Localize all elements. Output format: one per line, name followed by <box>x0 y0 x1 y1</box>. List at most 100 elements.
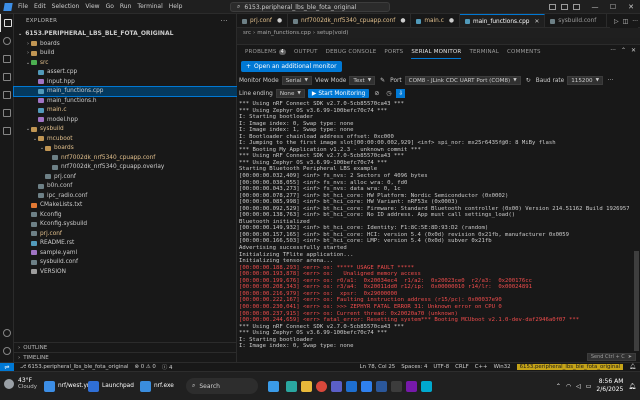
lock-scroll-icon[interactable]: ⇩ <box>396 89 406 98</box>
file-tree-item[interactable]: prj.conf <box>14 229 237 239</box>
editor-tab[interactable]: sysbuild.conf <box>545 14 608 27</box>
tab-output[interactable]: OUTPUT <box>294 45 318 59</box>
editor-tab[interactable]: main_functions.cpp ✕ <box>459 14 546 27</box>
status-problems[interactable]: ⊗ 0 ⚠ 0 <box>135 364 156 370</box>
file-tree-item[interactable]: CMakeLists.txt <box>14 201 237 211</box>
breadcrumb-file[interactable]: main_functions.cpp <box>257 30 311 36</box>
status-indent[interactable]: Spaces: 4 <box>401 364 427 370</box>
modified-dot-icon[interactable]: ● <box>400 18 405 24</box>
scrollbar-thumb[interactable] <box>634 251 639 351</box>
line-ending-select[interactable]: None ▼ <box>275 89 305 98</box>
breadcrumb-src[interactable]: src <box>243 30 251 36</box>
baud-rate-select[interactable]: 115200 ▼ <box>567 76 604 85</box>
send-input[interactable]: Send Ctrl + C ➤ <box>586 353 636 361</box>
tab-terminal[interactable]: TERMINAL <box>469 45 499 59</box>
taskbar-pinned-terminal[interactable] <box>391 376 402 396</box>
edit-icon[interactable]: ✎ <box>378 76 387 85</box>
file-tree-item[interactable]: VERSION <box>14 267 237 277</box>
notification-icon[interactable]: 🔔︎ <box>628 383 636 390</box>
notifications-bell-icon[interactable]: 🔔︎ <box>629 364 636 370</box>
taskbar-pinned-chrome[interactable] <box>316 376 327 396</box>
close-panel-icon[interactable]: ✕ <box>631 47 636 54</box>
taskbar-app-nrf[interactable]: nrf.exe <box>140 376 174 396</box>
weather-widget[interactable]: 43°F Cloudy <box>4 377 37 391</box>
file-tree-item[interactable]: README.rst <box>14 239 237 249</box>
tab-serial-monitor[interactable]: SERIAL MONITOR <box>411 45 462 59</box>
open-additional-monitor-button[interactable]: + Open an additional monitor <box>241 61 342 72</box>
menu-selection[interactable]: Selection <box>52 3 80 10</box>
volume-icon[interactable]: ◁ <box>576 383 581 390</box>
tab-problems[interactable]: PROBLEMS 4 <box>245 45 287 59</box>
command-center[interactable]: ⌕ 6153.peripheral_lbs_ble_fota_original <box>230 2 390 12</box>
clock[interactable]: 8:56 AM 2/6/2025 <box>596 378 623 394</box>
account-icon[interactable] <box>0 324 14 342</box>
menu-file[interactable]: File <box>18 3 28 10</box>
more-actions-icon[interactable]: ··· <box>632 18 638 25</box>
toggle-sidebar-icon[interactable] <box>549 4 556 10</box>
taskbar-app-launchpad[interactable]: Launchpad <box>88 376 134 396</box>
file-tree-item[interactable]: assert.cpp <box>14 68 237 78</box>
file-tree-item[interactable]: ⌄ sysbuild <box>14 125 237 135</box>
file-tree-item[interactable]: Kconfig <box>14 210 237 220</box>
close-icon[interactable]: ✕ <box>622 0 640 14</box>
taskbar-pinned-teams[interactable] <box>331 376 342 396</box>
close-icon[interactable]: ✕ <box>534 19 539 25</box>
file-tree-item[interactable]: Kconfig.sysbuild <box>14 220 237 230</box>
file-tree-item[interactable]: nrf7002dk_nrf5340_cpuapp.conf <box>14 153 237 163</box>
file-tree-item[interactable]: sysbuild.conf <box>14 258 237 268</box>
extensions-icon[interactable] <box>0 86 14 104</box>
start-monitoring-button[interactable]: ▶ Start Monitoring <box>307 89 370 98</box>
menu-view[interactable]: View <box>85 3 99 10</box>
minimize-icon[interactable]: — <box>586 0 604 14</box>
editor-tab[interactable]: main.c ● <box>411 14 460 27</box>
tab-debug-console[interactable]: DEBUG CONSOLE <box>326 45 377 59</box>
battery-icon[interactable]: ▭ <box>586 383 592 390</box>
menu-terminal[interactable]: Terminal <box>137 3 162 10</box>
log-scrollbar[interactable] <box>633 101 639 361</box>
taskbar-search[interactable]: ⌕ Search <box>186 378 258 394</box>
taskbar-pinned-word[interactable] <box>376 376 387 396</box>
status-config[interactable]: Win32 <box>494 364 511 370</box>
explorer-icon[interactable] <box>0 14 14 32</box>
split-editor-icon[interactable]: ◫ <box>623 18 629 25</box>
file-tree-item[interactable]: b0n.conf <box>14 182 237 192</box>
toggle-secondary-sidebar-icon[interactable] <box>573 4 580 10</box>
menu-edit[interactable]: Edit <box>34 3 46 10</box>
status-branch[interactable]: ⎇ 6153.peripheral_lbs_ble_fota_original <box>20 364 129 370</box>
file-tree-item[interactable]: model.hpp <box>14 115 237 125</box>
wifi-icon[interactable]: ◠ <box>566 383 571 390</box>
nrf-connect-icon[interactable] <box>0 104 14 122</box>
status-language[interactable]: C++ <box>475 364 488 370</box>
run-icon[interactable]: ▷ <box>614 18 619 25</box>
file-tree-item[interactable]: ipc_radio.conf <box>14 191 237 201</box>
run-debug-icon[interactable] <box>0 68 14 86</box>
refresh-icon[interactable]: ↻ <box>524 76 533 85</box>
windows-start-button[interactable] <box>268 376 279 396</box>
tab-ports[interactable]: PORTS <box>384 45 403 59</box>
menu-help[interactable]: Help <box>169 3 183 10</box>
file-tree-item[interactable]: main.c <box>14 106 237 116</box>
chevron-up-icon[interactable]: ⌃ <box>556 383 561 390</box>
outline-section[interactable]: › OUTLINE <box>14 342 237 352</box>
file-tree-item[interactable]: input.hpp <box>14 77 237 87</box>
file-tree-item[interactable]: sample.yaml <box>14 248 237 258</box>
serial-monitor-icon[interactable] <box>0 122 14 140</box>
timeline-section[interactable]: › TIMELINE <box>14 352 237 362</box>
view-mode-select[interactable]: Text ▼ <box>349 76 376 85</box>
editor-tab[interactable]: nrf7002dk_nrf5340_cpuapp.conf ● <box>288 14 412 27</box>
monitor-mode-select[interactable]: Serial ▼ <box>281 76 312 85</box>
taskbar-pinned-edge[interactable] <box>286 376 297 396</box>
status-cursor-position[interactable]: Ln 78, Col 25 <box>360 364 396 370</box>
status-eol[interactable]: CRLF <box>455 364 469 370</box>
workspace-root[interactable]: ⌄ 6153.PERIPHERAL_LBS_BLE_FOTA_ORIGINAL <box>14 28 236 39</box>
toggle-panel-icon[interactable] <box>561 4 568 10</box>
maximize-panel-icon[interactable]: ⌃ <box>621 47 626 54</box>
menu-run[interactable]: Run <box>120 3 132 10</box>
more-actions-icon[interactable]: ··· <box>610 47 616 54</box>
file-tree-item[interactable]: ⌄ src <box>14 58 237 68</box>
source-control-icon[interactable] <box>0 50 14 68</box>
tab-comments[interactable]: COMMENTS <box>507 45 541 59</box>
settings-gear-icon[interactable] <box>0 342 14 360</box>
taskbar-pinned-nrf[interactable] <box>421 376 432 396</box>
modified-dot-icon[interactable]: ● <box>449 18 454 24</box>
